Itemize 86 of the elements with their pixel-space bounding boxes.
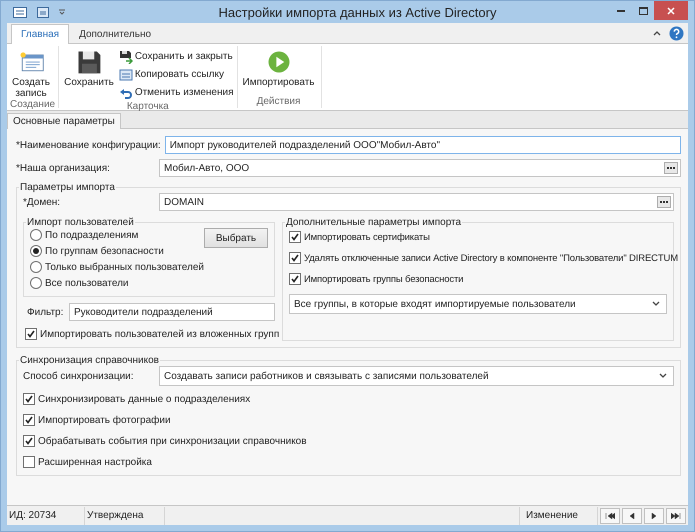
group-label: Карточка: [126, 101, 169, 113]
previous-icon: [627, 512, 637, 520]
option-label: Импортировать группы безопасности: [304, 274, 464, 284]
navigation-button[interactable]: [600, 508, 620, 524]
option-label: Все пользователи: [45, 278, 129, 288]
checkbox[interactable]: [23, 414, 35, 426]
group-title: Импорт пользователей: [26, 217, 135, 228]
text-field[interactable]: DOMAIN: [159, 193, 674, 211]
option-label: Импортировать сертификаты: [304, 232, 430, 242]
group-label: Действия: [256, 96, 300, 108]
ribbon-button[interactable]: Импортировать: [240, 48, 317, 96]
window-title: Настройки импорта данных из Active Directory: [218, 4, 498, 20]
field-label: Фильтр:: [26, 306, 64, 318]
navigation-button[interactable]: [644, 508, 664, 524]
check-icon: [291, 254, 299, 262]
option-label: Синхронизировать данные о подразделениях: [38, 394, 250, 404]
check-icon: [291, 233, 299, 241]
option-label: По группам безопасности: [45, 246, 164, 256]
option-label: Импортировать пользователей из вложенных групп: [40, 328, 280, 340]
group-label: Создание: [10, 99, 56, 111]
first-record-icon: [605, 512, 615, 520]
option-label: Удалять отключенные записи Active Directory в компоненте "Пользователи" DIRECTUM: [304, 252, 678, 264]
radio-button[interactable]: [30, 261, 42, 273]
sync-method-dropdown[interactable]: Создавать записи работников и связывать с записями пользователей: [159, 366, 674, 386]
next-icon: [649, 512, 659, 520]
ribbon-button[interactable]: Отменить изменения: [118, 84, 234, 101]
help-icon[interactable]: [669, 26, 684, 40]
save-close-icon: [118, 50, 133, 64]
checkbox[interactable]: [25, 328, 37, 340]
record-id: ИД: 20734: [7, 506, 85, 524]
checkbox[interactable]: [23, 456, 35, 468]
group-title: Параметры импорта: [19, 182, 116, 193]
checkbox[interactable]: [23, 393, 35, 405]
ribbon-button[interactable]: Сохранить: [62, 48, 116, 101]
checkbox[interactable]: [289, 231, 301, 243]
text-field[interactable]: Руководители подразделений: [69, 303, 275, 321]
group-title: Синхронизация справочников: [19, 355, 160, 366]
edit-mode: Изменение: [520, 506, 598, 524]
radio-button[interactable]: [30, 229, 42, 241]
radio-button[interactable]: [30, 245, 42, 257]
checkbox[interactable]: [289, 273, 301, 285]
app-icon[interactable]: [13, 6, 27, 18]
chevron-down-icon: [652, 301, 660, 307]
maximize-icon: [638, 6, 648, 14]
field-label: *Домен:: [23, 196, 62, 208]
radio-button[interactable]: [30, 277, 42, 289]
document-tab[interactable]: Основные параметры: [7, 113, 121, 129]
text-field[interactable]: Мобил-Авто, ООО: [159, 159, 681, 177]
ellipsis-button[interactable]: [664, 162, 678, 174]
card-icon[interactable]: [37, 6, 49, 18]
field-label: *Наименование конфигурации:: [16, 140, 162, 150]
chevron-down-icon: [659, 373, 667, 379]
option-label: Импортировать фотографии: [38, 414, 171, 426]
ribbon-tab[interactable]: Дополнительно: [69, 24, 162, 44]
ribbon-button[interactable]: Создать запись: [10, 48, 52, 99]
check-icon: [25, 437, 33, 445]
ellipsis-button[interactable]: [657, 196, 671, 208]
check-icon: [25, 395, 33, 403]
check-icon: [291, 275, 299, 283]
option-label: Только выбранных пользователей: [45, 262, 204, 272]
groups-dropdown[interactable]: Все группы, в которые входят импортируемые пользователи: [289, 294, 667, 314]
option-label: По подразделениям: [45, 230, 138, 240]
ribbon-tab[interactable]: Главная: [11, 24, 70, 44]
last-record-icon: [671, 512, 681, 520]
check-icon: [25, 416, 33, 424]
dropdown-icon[interactable]: [59, 9, 65, 15]
checkbox[interactable]: [23, 435, 35, 447]
ribbon-button[interactable]: Сохранить и закрыть: [118, 48, 234, 65]
navigation-button[interactable]: [666, 508, 686, 524]
record-state: Утверждена: [85, 506, 165, 524]
close-button[interactable]: [654, 1, 688, 20]
collapse-ribbon-icon[interactable]: [653, 30, 661, 36]
field-label: *Наша организация:: [16, 162, 111, 174]
navigation-button[interactable]: [622, 508, 642, 524]
check-icon: [27, 330, 35, 338]
select-button[interactable]: Выбрать: [204, 228, 268, 248]
text-field[interactable]: Импорт руководителей подразделений ООО"Мобил-Авто": [164, 136, 681, 154]
ribbon-button[interactable]: Копировать ссылку: [118, 66, 234, 83]
link-card-icon: [118, 68, 133, 82]
option-label: Обрабатывать события при синхронизации справочников: [38, 436, 307, 446]
option-label: Расширенная настройка: [38, 456, 152, 468]
close-icon: [667, 6, 675, 14]
group-title: Дополнительные параметры импорта: [285, 217, 462, 228]
minimize-icon: [617, 10, 625, 12]
field-label: Способ синхронизации:: [23, 370, 135, 382]
checkbox[interactable]: [289, 252, 301, 264]
